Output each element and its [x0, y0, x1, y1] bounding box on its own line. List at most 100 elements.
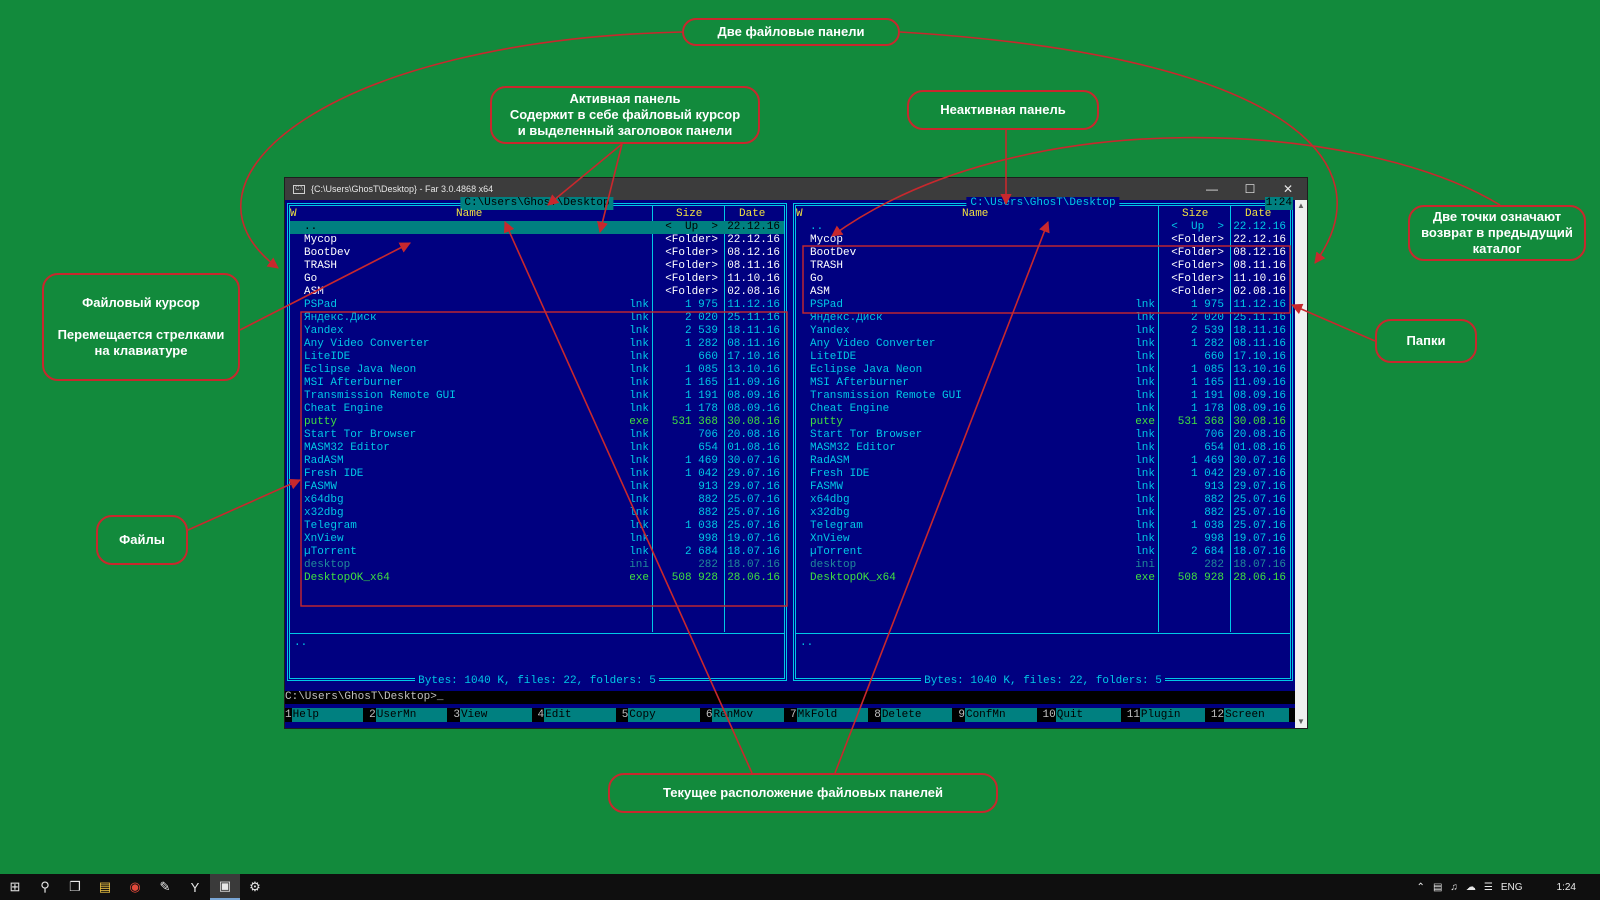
left-file-row[interactable]: MSI Afterburner lnk 1 165 11.09.16	[290, 377, 784, 390]
file-explorer-icon[interactable]: ▤	[90, 874, 120, 900]
fkey-edit-button[interactable]: 4 Edit	[538, 708, 622, 722]
search-icon[interactable]: ⚲	[30, 874, 60, 900]
right-folder-row[interactable]: ASM <Folder> 02.08.16	[796, 286, 1290, 299]
right-file-row[interactable]: RadASM lnk 1 469 30.07.16	[796, 455, 1290, 468]
right-file-row[interactable]: XnView lnk 998 19.07.16	[796, 533, 1290, 546]
left-file-row[interactable]: Transmission Remote GUI lnk 1 191 08.09.16	[290, 390, 784, 403]
right-file-list[interactable]: .. < Up >22.12.16 Мусор <Folder> 22.12.16 Boo…	[796, 221, 1290, 585]
clock-time[interactable]: 1:24	[1527, 882, 1600, 893]
left-file-row[interactable]: x32dbg lnk 882 25.07.16	[290, 507, 784, 520]
fkey-plugin-button[interactable]: 11 Plugin	[1127, 708, 1211, 722]
far-console-icon[interactable]: ▣	[210, 874, 240, 900]
minimize-button[interactable]: —	[1193, 178, 1231, 200]
left-file-list[interactable]: .. < Up >22.12.16 Мусор <Folder> 22.12.16 Boo…	[290, 221, 784, 585]
left-file-panel-active[interactable]: C:\Users\GhosT\Desktop W Name Size Date …	[287, 197, 787, 687]
fkey-screen-button[interactable]: 12 Screen	[1211, 708, 1295, 722]
right-file-row[interactable]: µTorrent lnk 2 684 18.07.16	[796, 546, 1290, 559]
right-file-row[interactable]: DesktopOK_x64 exe 508 928 28.06.16	[796, 572, 1290, 585]
right-panel-path-title[interactable]: C:\Users\GhosT\Desktop	[966, 197, 1120, 210]
right-folder-row[interactable]: BootDev <Folder> 08.12.16	[796, 247, 1290, 260]
right-col-name-header[interactable]: Name	[962, 208, 988, 221]
yandex-browser-icon[interactable]: Y	[180, 874, 210, 900]
fkey-quit-button[interactable]: 10 Quit	[1043, 708, 1127, 722]
scroll-up-icon[interactable]: ▲	[1295, 200, 1307, 212]
scroll-down-icon[interactable]: ▼	[1295, 716, 1307, 728]
right-file-row[interactable]: x32dbg lnk 882 25.07.16	[796, 507, 1290, 520]
fkey-copy-button[interactable]: 5 Copy	[622, 708, 706, 722]
left-file-row[interactable]: DesktopOK_x64 exe 508 928 28.06.16	[290, 572, 784, 585]
left-file-row[interactable]: Any Video Converter lnk 1 282 08.11.16	[290, 338, 784, 351]
language-indicator[interactable]: ENG	[1497, 882, 1527, 893]
left-folder-row[interactable]: BootDev <Folder> 08.12.16	[290, 247, 784, 260]
right-file-row[interactable]: Start Tor Browser lnk 706 20.08.16	[796, 429, 1290, 442]
tray-chevron-up-icon[interactable]: ⌃	[1413, 882, 1429, 893]
console-area[interactable]: C:\Users\GhosT\Desktop W Name Size Date …	[285, 197, 1295, 728]
left-file-row[interactable]: Cheat Engine lnk 1 178 08.09.16	[290, 403, 784, 416]
left-folder-row[interactable]: TRASH <Folder> 08.11.16	[290, 260, 784, 273]
right-folder-row[interactable]: Go <Folder> 11.10.16	[796, 273, 1290, 286]
fkey-view-button[interactable]: 3 View	[453, 708, 537, 722]
fkey-confmn-button[interactable]: 9 ConfMn	[958, 708, 1042, 722]
chrome-icon[interactable]: ◉	[120, 874, 150, 900]
fkey-usermn-button[interactable]: 2 UserMn	[369, 708, 453, 722]
right-file-row[interactable]: Яндекс.Диск lnk 2 020 25.11.16	[796, 312, 1290, 325]
left-file-row[interactable]: desktop ini 282 18.07.16	[290, 559, 784, 572]
right-file-row[interactable]: putty exe 531 368 30.08.16	[796, 416, 1290, 429]
right-file-panel-inactive[interactable]: C:\Users\GhosT\Desktop 1:24 W Name Size …	[793, 197, 1293, 687]
right-file-row[interactable]: PSPad lnk 1 975 11.12.16	[796, 299, 1290, 312]
left-panel-path-title[interactable]: C:\Users\GhosT\Desktop	[460, 197, 614, 210]
left-file-row[interactable]: LiteIDE lnk 660 17.10.16	[290, 351, 784, 364]
function-key-bar[interactable]: 1 Help 2 UserMn 3 View 4 Edit 5 Copy 6 RenMov 7 MkFol…	[285, 708, 1295, 722]
windows-start-icon[interactable]: ⊞	[0, 874, 30, 900]
right-file-row[interactable]: Yandex lnk 2 539 18.11.16	[796, 325, 1290, 338]
far-manager-window[interactable]: C:\ {C:\Users\GhosT\Desktop} - Far 3.0.4…	[285, 178, 1307, 728]
right-file-row[interactable]: Eclipse Java Neon lnk 1 085 13.10.16	[796, 364, 1290, 377]
right-file-row[interactable]: LiteIDE lnk 660 17.10.16	[796, 351, 1290, 364]
window-titlebar[interactable]: C:\ {C:\Users\GhosT\Desktop} - Far 3.0.4…	[285, 178, 1307, 200]
notepad-icon[interactable]: ✎	[150, 874, 180, 900]
maximize-button[interactable]: ☐	[1231, 178, 1269, 200]
right-folder-row[interactable]: Мусор <Folder> 22.12.16	[796, 234, 1290, 247]
fkey-mkfold-button[interactable]: 7 MkFold	[790, 708, 874, 722]
left-file-row[interactable]: RadASM lnk 1 469 30.07.16	[290, 455, 784, 468]
volume-icon[interactable]: ♫	[1446, 882, 1462, 893]
left-file-row[interactable]: Яндекс.Диск lnk 2 020 25.11.16	[290, 312, 784, 325]
left-file-row[interactable]: x64dbg lnk 882 25.07.16	[290, 494, 784, 507]
right-file-row[interactable]: desktop ini 282 18.07.16	[796, 559, 1290, 572]
left-file-row[interactable]: Eclipse Java Neon lnk 1 085 13.10.16	[290, 364, 784, 377]
right-parent-dir-row[interactable]: .. < Up > 22.12.16	[796, 221, 1290, 234]
fkey-delete-button[interactable]: 8 Delete	[874, 708, 958, 722]
fkey-help-button[interactable]: 1 Help	[285, 708, 369, 722]
left-col-name-header[interactable]: Name	[456, 208, 482, 221]
right-file-row[interactable]: Cheat Engine lnk 1 178 08.09.16	[796, 403, 1290, 416]
onedrive-icon[interactable]: ☁	[1462, 882, 1480, 893]
left-file-row[interactable]: putty exe 531 368 30.08.16	[290, 416, 784, 429]
left-file-row[interactable]: Yandex lnk 2 539 18.11.16	[290, 325, 784, 338]
action-center-icon[interactable]: ☰	[1480, 882, 1497, 893]
left-folder-row[interactable]: ASM <Folder> 02.08.16	[290, 286, 784, 299]
left-file-row[interactable]: µTorrent lnk 2 684 18.07.16	[290, 546, 784, 559]
right-folder-row[interactable]: TRASH <Folder> 08.11.16	[796, 260, 1290, 273]
left-file-row[interactable]: PSPad lnk 1 975 11.12.16	[290, 299, 784, 312]
right-col-date-header[interactable]: Date	[1245, 208, 1271, 221]
command-line-input[interactable]: C:\Users\GhosT\Desktop>_	[285, 691, 1295, 704]
left-file-row[interactable]: XnView lnk 998 19.07.16	[290, 533, 784, 546]
left-file-row[interactable]: FASMW lnk 913 29.07.16	[290, 481, 784, 494]
left-col-date-header[interactable]: Date	[739, 208, 765, 221]
right-file-row[interactable]: FASMW lnk 913 29.07.16	[796, 481, 1290, 494]
right-file-row[interactable]: MASM32 Editor lnk 654 01.08.16	[796, 442, 1290, 455]
right-col-size-header[interactable]: Size	[1182, 208, 1208, 221]
right-file-row[interactable]: x64dbg lnk 882 25.07.16	[796, 494, 1290, 507]
left-col-size-header[interactable]: Size	[676, 208, 702, 221]
right-file-row[interactable]: Telegram lnk 1 038 25.07.16	[796, 520, 1290, 533]
left-file-row[interactable]: Fresh IDE lnk 1 042 29.07.16	[290, 468, 784, 481]
system-tray[interactable]: ⌃ ▤ ♫ ☁ ☰ ENG 1:24	[1413, 882, 1600, 893]
left-file-row[interactable]: MASM32 Editor lnk 654 01.08.16	[290, 442, 784, 455]
right-file-row[interactable]: Any Video Converter lnk 1 282 08.11.16	[796, 338, 1290, 351]
right-file-row[interactable]: Fresh IDE lnk 1 042 29.07.16	[796, 468, 1290, 481]
left-file-row[interactable]: Start Tor Browser lnk 706 20.08.16	[290, 429, 784, 442]
console-scrollbar[interactable]: ▲ ▼	[1295, 200, 1307, 728]
right-file-row[interactable]: MSI Afterburner lnk 1 165 11.09.16	[796, 377, 1290, 390]
windows-taskbar[interactable]: ⊞ ⚲ ❐ ▤ ◉ ✎ Y ▣ ⚙ ⌃ ▤ ♫ ☁ ☰ ENG 1:24	[0, 874, 1600, 900]
right-file-row[interactable]: Transmission Remote GUI lnk 1 191 08.09.16	[796, 390, 1290, 403]
